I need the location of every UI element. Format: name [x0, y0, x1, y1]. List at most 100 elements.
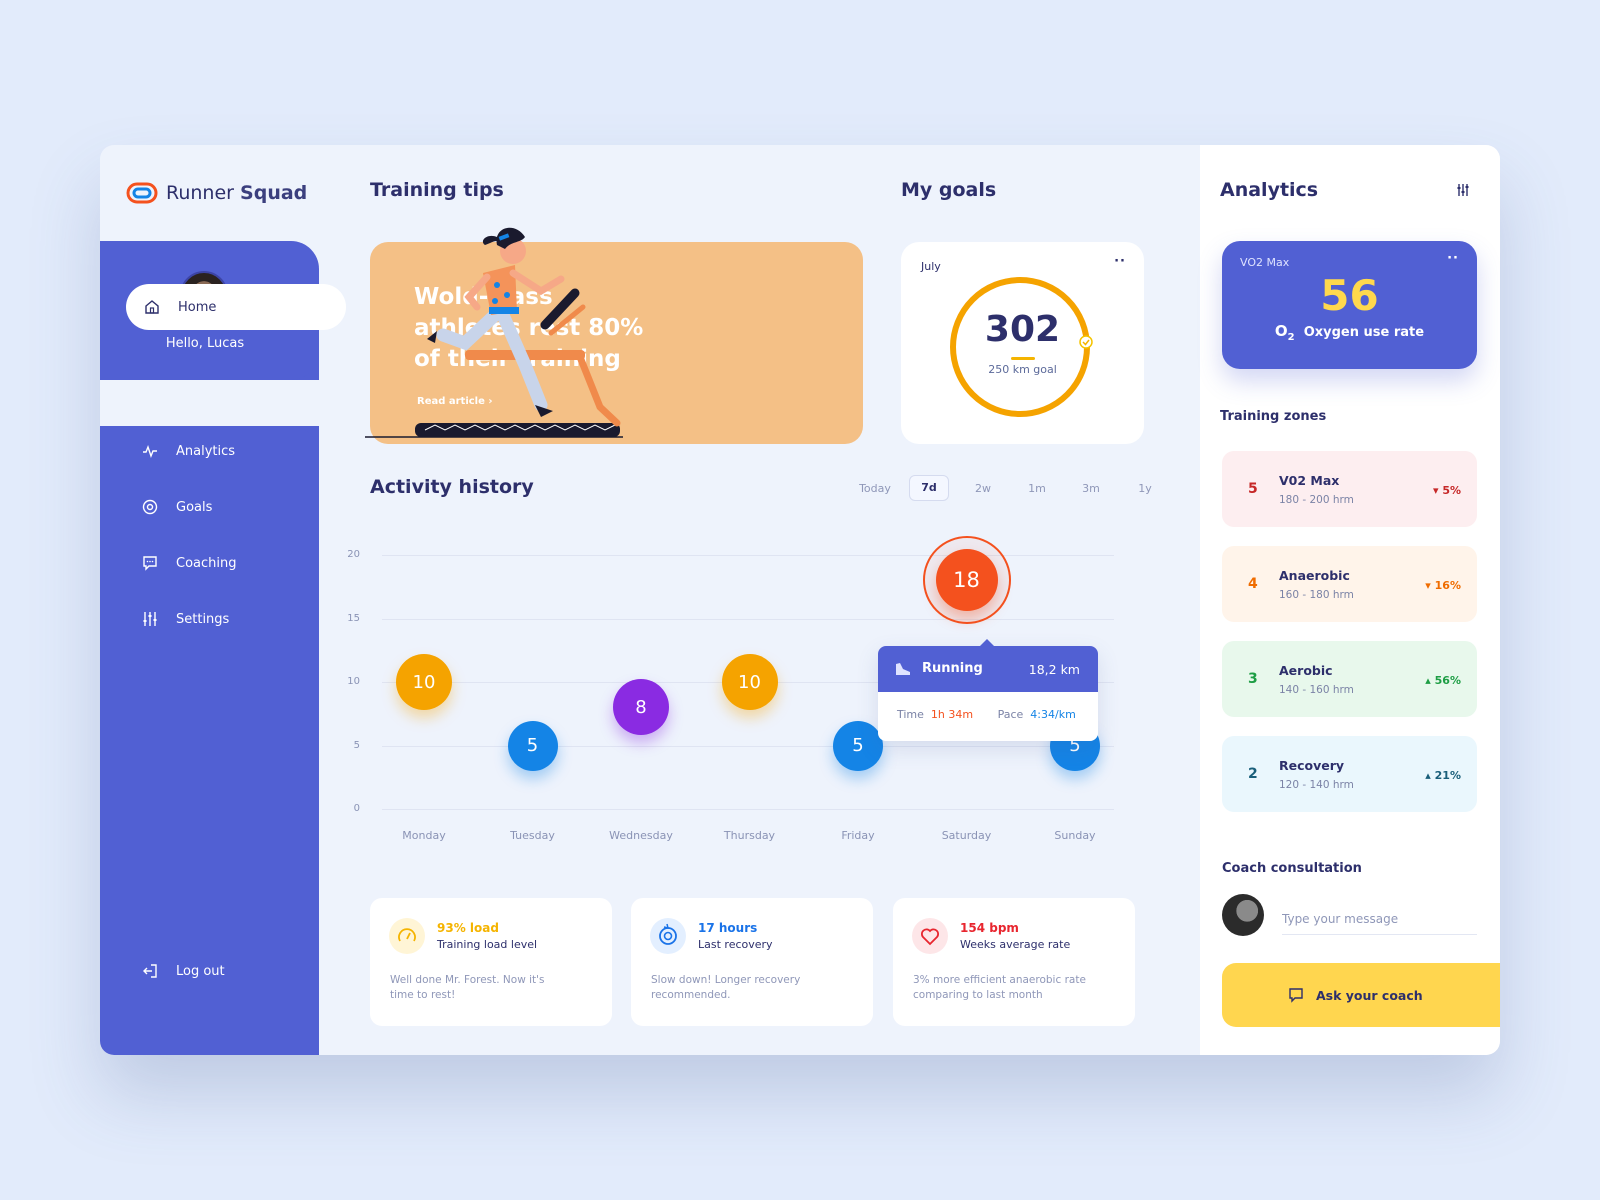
coach-avatar: [1222, 894, 1264, 936]
zone-name: V02 Max: [1279, 473, 1340, 488]
y-tick-label: 15: [347, 612, 360, 624]
filter-icon[interactable]: [1456, 183, 1470, 197]
brand-logo[interactable]: Runner Squad: [126, 181, 307, 205]
tooltip-details: Time 1h 34m Pace 4:34/km: [897, 708, 1076, 721]
zone-delta: ▴ 56%: [1425, 674, 1461, 687]
shoe-icon: [896, 663, 910, 675]
tooltip-activity: Running: [922, 661, 983, 676]
more-icon[interactable]: ··: [1114, 254, 1126, 269]
oxygen-icon: O2: [1274, 322, 1295, 343]
range-1m[interactable]: 1m: [1010, 482, 1064, 495]
zone-delta: ▾ 16%: [1425, 579, 1461, 592]
app-window: Runner Squad Hello, Lucas Home Analytics…: [100, 145, 1500, 1055]
goals-month: July: [921, 260, 941, 273]
tooltip-distance: 18,2 km: [1028, 662, 1080, 677]
sliders-icon: [143, 612, 157, 626]
sidebar-item-label: Analytics: [176, 443, 236, 459]
zone-card[interactable]: 5 V02 Max 180 - 200 hrm ▾ 5%: [1222, 451, 1477, 527]
coach-heading: Coach consultation: [1222, 861, 1362, 876]
zone-range: 180 - 200 hrm: [1279, 494, 1354, 506]
vo2-label: VO2 Max: [1240, 256, 1290, 269]
y-tick-label: 20: [347, 549, 360, 560]
zone-delta: ▴ 21%: [1425, 769, 1461, 782]
y-tick-label: 5: [353, 739, 360, 751]
sidebar-item-goals[interactable]: Goals: [142, 499, 212, 515]
zone-card[interactable]: 3 Aerobic 140 - 160 hrm ▴ 56%: [1222, 641, 1477, 717]
activity-point[interactable]: 10: [721, 654, 778, 710]
gridline: [382, 745, 1114, 747]
range-3m[interactable]: 3m: [1064, 482, 1118, 495]
logout-button[interactable]: Log out: [142, 963, 225, 979]
stat-label: Training load level: [437, 938, 538, 951]
x-tick-label: Thursday: [723, 829, 776, 842]
logout-label: Log out: [176, 963, 225, 979]
stat-value: 154 bpm: [960, 921, 1019, 935]
sidebar-item-label: Goals: [176, 499, 213, 515]
brand-name: Runner Squad: [166, 182, 308, 204]
activity-point[interactable]: 8: [613, 679, 669, 736]
range-selector: Today 7d 2w 1m 3m 1y: [848, 475, 1172, 501]
sidebar-item-analytics[interactable]: Analytics: [142, 443, 235, 459]
gridline: [382, 618, 1114, 620]
arrow-up-icon: ▴: [1425, 769, 1431, 782]
zone-name: Recovery: [1279, 758, 1345, 773]
x-tick-label: Sunday: [1054, 829, 1096, 842]
logout-icon: [143, 964, 157, 978]
stat-description: Slow down! Longer recovery recommended.: [651, 974, 801, 1001]
zone-number: 2: [1248, 766, 1258, 782]
tooltip-header: Running 18,2 km: [878, 639, 1098, 692]
stat-card-load: 93% load Training load level Well done M…: [370, 898, 612, 1026]
chat-icon: [1289, 988, 1303, 1003]
arrow-down-icon: ▾: [1432, 484, 1439, 497]
stat-label: Last recovery: [698, 938, 773, 951]
tips-heading: Training tips: [370, 179, 504, 201]
analytics-heading: Analytics: [1220, 179, 1319, 201]
x-tick-label: Monday: [402, 829, 446, 842]
greeting: Hello, Lucas: [165, 336, 245, 351]
target-icon: [142, 499, 158, 515]
activity-point[interactable]: 5: [833, 720, 883, 771]
goal-divider: [1011, 357, 1035, 360]
zone-card[interactable]: 4 Anaerobic 160 - 180 hrm ▾ 16%: [1222, 546, 1477, 622]
home-icon: [145, 300, 159, 314]
stat-label: Weeks average rate: [960, 938, 1071, 951]
range-today[interactable]: Today: [848, 482, 902, 495]
gauge-icon: [389, 918, 425, 954]
zone-range: 160 - 180 hrm: [1279, 589, 1354, 601]
sidebar-item-coaching[interactable]: Coaching: [142, 555, 237, 571]
activity-point[interactable]: 10: [396, 654, 452, 710]
zone-number: 4: [1248, 576, 1258, 592]
active-item-notch: [100, 352, 319, 454]
activity-point[interactable]: 5: [507, 720, 558, 771]
zones-heading: Training zones: [1220, 409, 1327, 424]
logo-icon: [126, 182, 158, 204]
sidebar-item-settings[interactable]: Settings: [142, 611, 229, 627]
vo2-card: VO2 Max ·· 56 O2 Oxygen use rate: [1222, 241, 1477, 369]
activity-heading: Activity history: [370, 476, 534, 498]
runner-illustration: [365, 227, 623, 438]
range-2w[interactable]: 2w: [956, 482, 1010, 495]
goal-value: 302: [984, 309, 1061, 350]
ask-coach-button[interactable]: Ask your coach: [1222, 963, 1500, 1027]
sidebar-item-label: Settings: [176, 611, 230, 627]
analytics-panel: Analytics VO2 Max ·· 56 O2 Oxygen use ra…: [1200, 145, 1500, 1055]
range-1y[interactable]: 1y: [1118, 482, 1172, 495]
coach-message-input[interactable]: [1282, 903, 1477, 935]
sidebar-item-label: Home: [178, 299, 217, 315]
activity-tooltip: Running 18,2 km Time 1h 34m Pace 4:34/km: [878, 639, 1098, 741]
zone-delta: ▾ 5%: [1432, 484, 1461, 497]
vo2-value: 56: [1320, 271, 1379, 320]
pulse-icon: [143, 444, 157, 459]
arrow-down-icon: ▾: [1425, 579, 1431, 592]
range-7d[interactable]: 7d: [909, 475, 949, 501]
chat-icon: [143, 556, 157, 571]
sidebar-item-home[interactable]: Home: [126, 284, 346, 330]
activity-point[interactable]: 18: [935, 549, 998, 612]
more-icon[interactable]: ··: [1447, 251, 1459, 266]
stat-value: 93% load: [437, 921, 499, 935]
zone-card[interactable]: 2 Recovery 120 - 140 hrm ▴ 21%: [1222, 736, 1477, 812]
zone-name: Aerobic: [1279, 663, 1333, 678]
x-tick-label: Friday: [841, 829, 875, 842]
x-tick-label: Wednesday: [609, 829, 673, 842]
zone-name: Anaerobic: [1279, 568, 1350, 583]
